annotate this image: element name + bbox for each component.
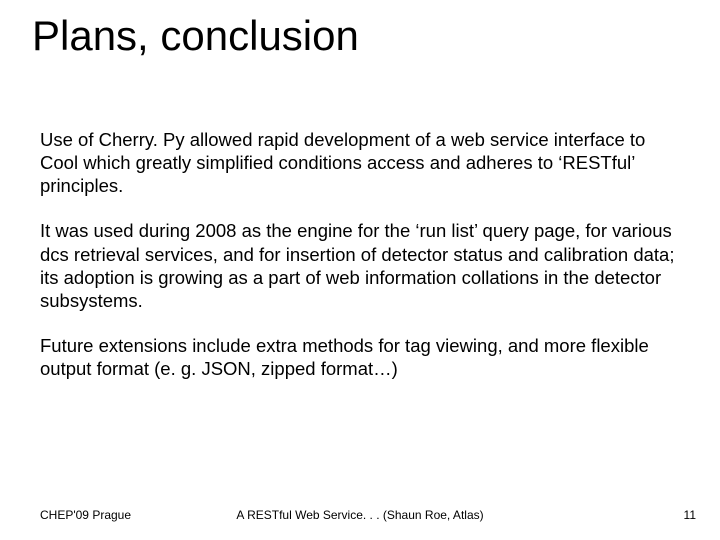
paragraph-2: It was used during 2008 as the engine fo…	[40, 219, 680, 312]
footer-page-number: 11	[684, 508, 696, 522]
slide: Plans, conclusion Use of Cherry. Py allo…	[0, 0, 720, 540]
paragraph-1: Use of Cherry. Py allowed rapid developm…	[40, 128, 680, 197]
slide-body: Use of Cherry. Py allowed rapid developm…	[40, 128, 680, 402]
paragraph-3: Future extensions include extra methods …	[40, 334, 680, 380]
slide-title: Plans, conclusion	[32, 12, 359, 60]
footer-credit: A RESTful Web Service. . . (Shaun Roe, A…	[0, 508, 720, 522]
